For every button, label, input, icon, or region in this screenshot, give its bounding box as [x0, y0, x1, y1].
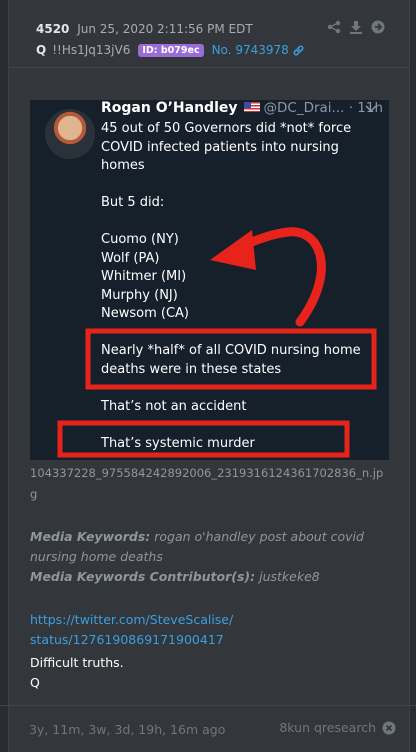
link-line[interactable]: status/1276190869171900417	[30, 630, 233, 650]
tweet-line: That’s not an accident	[101, 398, 247, 414]
source-label[interactable]: 8kun qresearch	[279, 720, 376, 735]
id-badge[interactable]: ID: b079ec	[138, 43, 204, 57]
author-name: Q	[36, 43, 47, 57]
tweet-state: Wolf (PA)	[101, 250, 160, 266]
image-filename[interactable]: 104337228_975584242892006_23193161243617…	[30, 463, 385, 505]
tweet-line: Nearly *half* of all COVID nursing home …	[101, 343, 361, 377]
post-actions	[327, 20, 385, 34]
tweet-state: Newsom (CA)	[101, 306, 189, 321]
keywords-label: Media Keywords:	[30, 529, 151, 544]
post-number: 4520	[36, 22, 70, 36]
avatar	[45, 109, 95, 159]
post-age: 3y, 11m, 3w, 3d, 19h, 16m ago	[29, 722, 226, 737]
footer-divider	[0, 705, 416, 706]
message-line: Q	[30, 675, 40, 690]
header-divider	[9, 67, 409, 68]
post-no-link[interactable]: No. 9743978	[212, 43, 289, 57]
tweet-state: Murphy (NJ)	[101, 287, 178, 303]
close-icon[interactable]	[382, 721, 396, 735]
link-line[interactable]: https://twitter.com/SteveScalise/	[30, 610, 233, 630]
download-icon[interactable]	[349, 20, 363, 34]
post-datetime: Jun 25, 2020 2:11:56 PM EDT	[77, 22, 253, 36]
tweet-body: 45 out of 50 Governors did *not* force C…	[101, 120, 381, 453]
arrow-right-icon[interactable]	[371, 20, 385, 34]
post-meta: Q !!Hs1Jq13jV6 ID: b079ec No. 9743978	[36, 43, 305, 57]
tweet-line: 45 out of 50 Governors did *not* force C…	[101, 121, 352, 173]
media-keywords: Media Keywords: rogan o'handley post abo…	[30, 527, 370, 587]
tweet-line: That’s systemic murder	[101, 435, 255, 451]
tweet-state: Whitmer (MI)	[101, 269, 187, 284]
share-icon[interactable]	[327, 20, 341, 34]
contributor-label: Media Keywords Contributor(s):	[30, 569, 256, 584]
tweet-screenshot-image[interactable]: Rogan O’Handley @DC_Drai... · 11h 45 out …	[30, 100, 389, 460]
message-line: Difficult truths.	[30, 655, 124, 670]
footer-source: 8kun qresearch	[279, 720, 396, 735]
tweet-author-name: Rogan O’Handley	[101, 100, 238, 116]
contributor-value: justkeke8	[259, 569, 320, 584]
tweet-line: But 5 did:	[101, 195, 165, 210]
post-message: Difficult truths. Q	[30, 653, 124, 693]
chevron-down-icon	[365, 105, 377, 113]
tweet-author: Rogan O’Handley @DC_Drai... · 11h	[101, 100, 383, 116]
tripcode: !!Hs1Jq13jV6	[52, 43, 131, 57]
link-icon[interactable]	[292, 44, 305, 57]
post-header: 4520 Jun 25, 2020 2:11:56 PM EDT	[36, 22, 253, 36]
us-flag-icon	[243, 102, 260, 112]
tweet-state: Cuomo (NY)	[101, 232, 179, 247]
twitter-link[interactable]: https://twitter.com/SteveScalise/ status…	[30, 610, 233, 650]
